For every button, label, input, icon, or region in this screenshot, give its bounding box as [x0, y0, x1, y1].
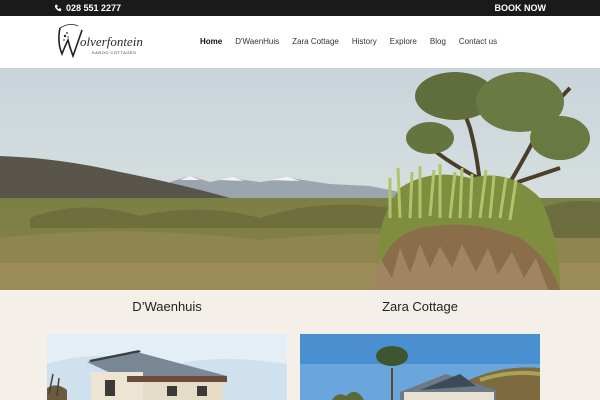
cottage-title-zara[interactable]: Zara Cottage	[300, 299, 540, 314]
zara-cottage-image	[300, 334, 540, 400]
phone-number: 028 551 2277	[66, 3, 122, 13]
phone-contact[interactable]: 028 551 2277	[54, 3, 121, 13]
site-header: olverfontein KAROO COTTAGES Home D'WaenH…	[0, 16, 600, 68]
nav-blog[interactable]: Blog	[430, 37, 446, 46]
book-now-link[interactable]: BOOK NOW	[495, 3, 547, 13]
logo[interactable]: olverfontein KAROO COTTAGES	[56, 22, 156, 64]
logo-tagline: KAROO COTTAGES	[92, 50, 137, 55]
logo-name: olverfontein	[80, 34, 143, 49]
cottage-title-dwaenhuis[interactable]: D’Waenhuis	[47, 299, 287, 314]
dwaenhuis-cottage-image	[47, 334, 287, 400]
top-bar: 028 551 2277 BOOK NOW	[0, 0, 600, 16]
zara-cottage-photo[interactable]	[300, 334, 540, 400]
cottages-section: D’Waenhuis Zara Cottage	[0, 290, 600, 400]
main-nav: Home D'WaenHuis Zara Cottage History Exp…	[200, 37, 497, 46]
dwaenhuis-photo[interactable]	[47, 334, 287, 400]
nav-explore[interactable]: Explore	[390, 37, 417, 46]
karoo-landscape-image	[0, 68, 600, 290]
nav-home[interactable]: Home	[200, 37, 222, 46]
nav-zara-cottage[interactable]: Zara Cottage	[292, 37, 339, 46]
nav-contact-us[interactable]: Contact us	[459, 37, 497, 46]
hero-image	[0, 68, 600, 290]
phone-icon	[54, 4, 62, 12]
nav-dwaenhuis[interactable]: D'WaenHuis	[235, 37, 279, 46]
nav-history[interactable]: History	[352, 37, 377, 46]
